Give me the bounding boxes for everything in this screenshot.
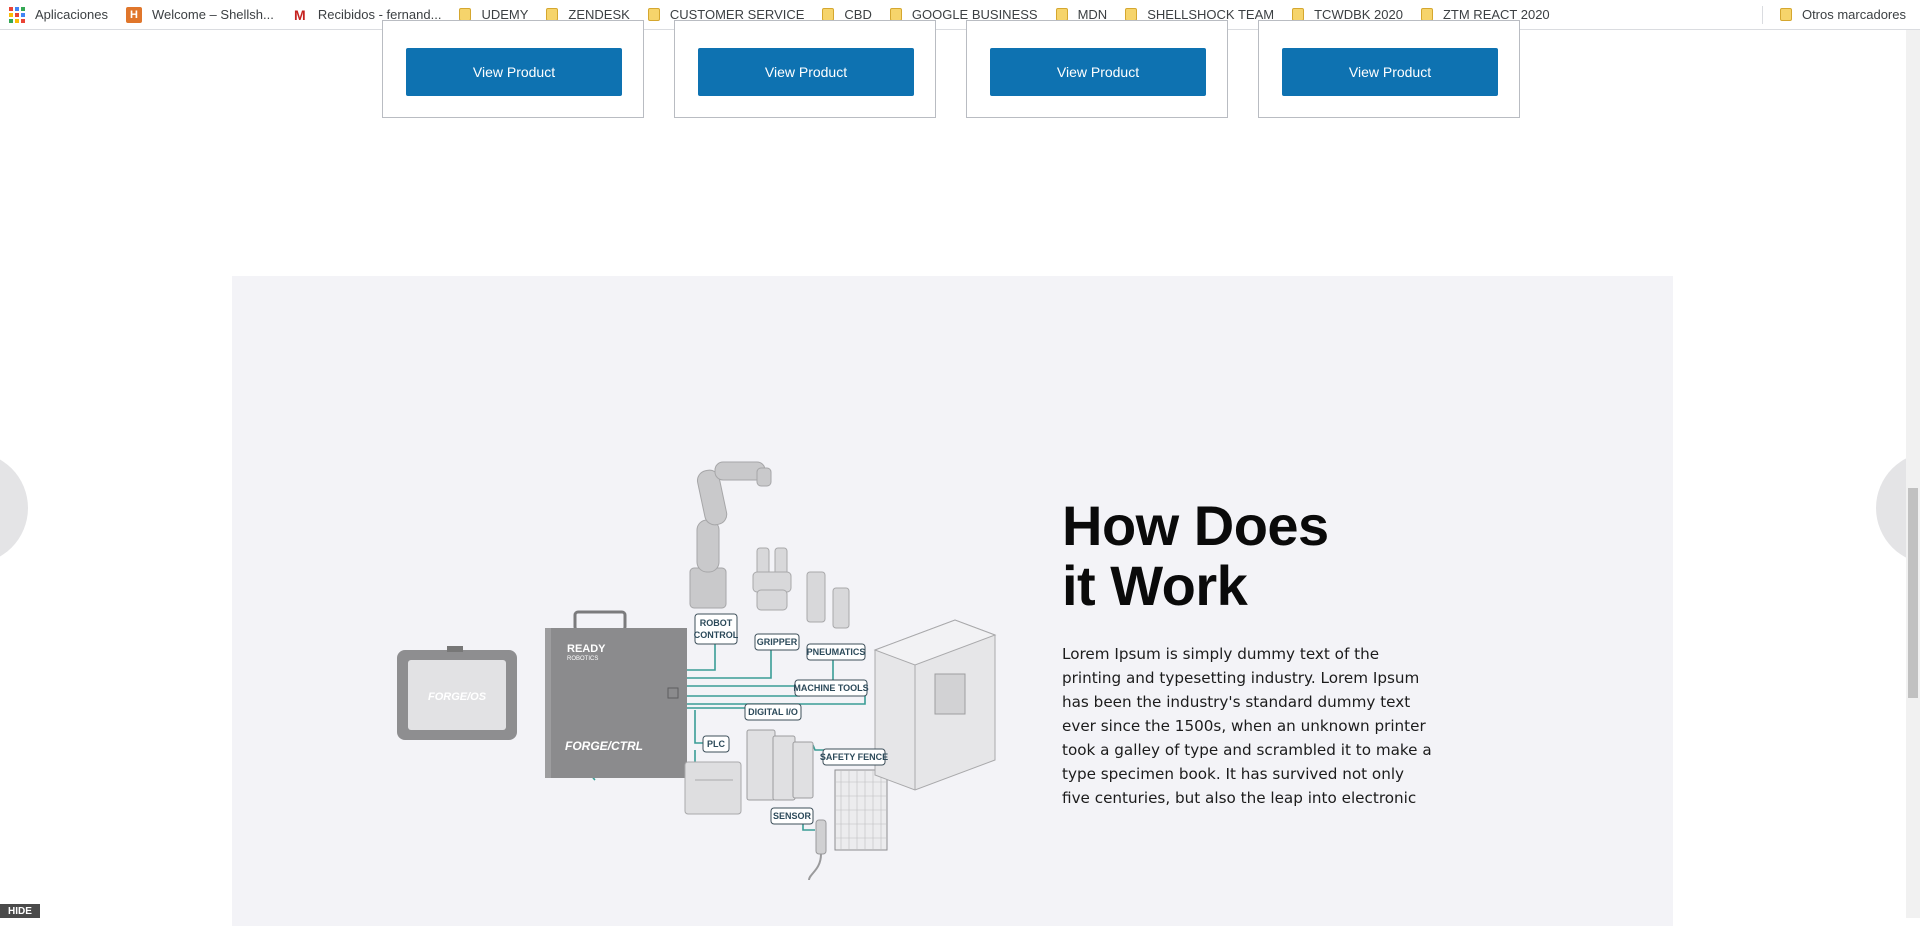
bookmark-label: Welcome – Shellsh... xyxy=(152,7,274,22)
machine-tools-label: MACHINE TOOLS xyxy=(793,683,868,693)
pneumatics-label: PNEUMATICS xyxy=(807,647,866,657)
page-scrollbar-thumb[interactable] xyxy=(1908,488,1918,698)
bookmark-label: Aplicaciones xyxy=(35,7,108,22)
page-scrollbar-track[interactable] xyxy=(1906,30,1920,918)
product-card: View Product xyxy=(966,20,1228,118)
ready-logo: READY xyxy=(567,643,606,655)
folder-icon xyxy=(647,8,660,21)
product-card: View Product xyxy=(1258,20,1520,118)
robotics-logo: ROBOTICS xyxy=(567,656,598,662)
plc-label: PLC xyxy=(707,739,726,749)
heading-line-1: How Does xyxy=(1062,494,1329,557)
gripper-image xyxy=(752,547,792,611)
hide-toolbar-button[interactable]: HIDE xyxy=(0,904,40,918)
sensor-image xyxy=(808,819,827,881)
digital-io-image xyxy=(746,729,814,801)
teach-pendant-device: FORGE/OS xyxy=(397,646,517,740)
product-card: View Product xyxy=(382,20,644,118)
gmail-icon: M xyxy=(294,6,306,23)
gripper-label: GRIPPER xyxy=(757,637,798,647)
folder-icon xyxy=(1779,8,1792,21)
robot-control-label-line1: ROBOT xyxy=(700,618,733,628)
forge-ctrl-logo: FORGE/CTRL xyxy=(565,739,643,753)
machine-tool-image xyxy=(873,619,997,791)
plc-image xyxy=(684,761,742,815)
h-favicon-icon: H xyxy=(126,6,142,23)
robot-control-label-line2: CONTROL xyxy=(694,630,739,640)
bookmark-other[interactable]: Otros marcadores xyxy=(1771,3,1920,27)
heading-line-2: it Work xyxy=(1062,554,1248,617)
view-product-button[interactable]: View Product xyxy=(406,48,622,96)
bookmarks-bar: Aplicaciones H Welcome – Shellsh... M Re… xyxy=(0,0,1920,30)
pneumatics-image xyxy=(806,571,850,629)
safety-fence-image xyxy=(834,769,888,851)
view-product-button[interactable]: View Product xyxy=(698,48,914,96)
robotics-system-diagram: FORGE/OS READY ROBOTICS FORGE/CTRL ROBOT… xyxy=(397,461,997,881)
bookmark-apps[interactable]: Aplicaciones xyxy=(0,3,117,27)
view-product-button[interactable]: View Product xyxy=(1282,48,1498,96)
digital-io-label: DIGITAL I/O xyxy=(748,707,798,717)
safety-fence-label: SAFETY FENCE xyxy=(820,752,888,762)
bookmark-shellshock[interactable]: H Welcome – Shellsh... xyxy=(117,3,283,27)
sensor-label: SENSOR xyxy=(773,811,812,821)
view-product-button[interactable]: View Product xyxy=(990,48,1206,96)
forge-ctrl-controller: READY ROBOTICS FORGE/CTRL xyxy=(545,610,687,778)
product-card: View Product xyxy=(674,20,936,118)
section-body-text: Lorem Ipsum is simply dummy text of the … xyxy=(1062,645,1432,807)
section-heading: How Does it Work xyxy=(1062,496,1329,616)
bookmark-divider xyxy=(1761,5,1763,24)
forge-os-logo: FORGE/OS xyxy=(428,691,487,703)
carousel-prev-button[interactable] xyxy=(0,452,28,564)
bookmark-label: Otros marcadores xyxy=(1801,7,1906,22)
apps-grid-icon xyxy=(9,6,25,23)
